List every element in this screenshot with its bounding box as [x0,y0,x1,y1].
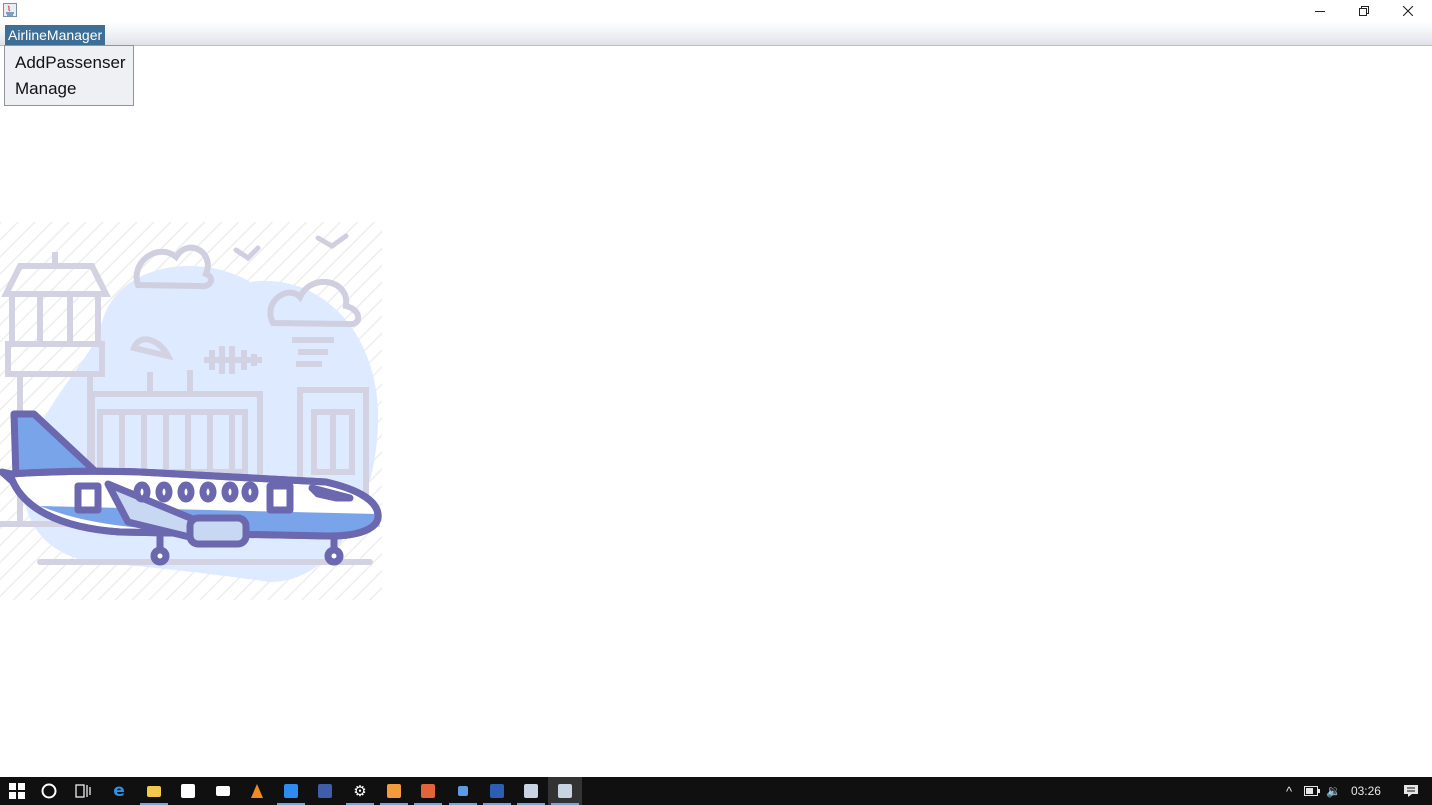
menu-bar: AirlineManager [0,22,1432,46]
system-tray: ^ 🔉 03:26 [1278,777,1419,805]
gear-icon: ⚙ [353,782,367,800]
taskbar-app-edge[interactable]: e [102,777,136,805]
close-button[interactable] [1386,0,1430,22]
menu-airline-manager[interactable]: AirlineManager [5,25,106,46]
windows-logo-icon [9,783,25,799]
cube-icon [458,786,468,796]
clock[interactable]: 03:26 [1351,784,1381,798]
mail-icon [216,786,230,796]
word-icon [490,784,504,798]
java-app-icon[interactable] [3,3,17,17]
taskbar-app-vlc[interactable] [240,777,274,805]
powerpoint-icon [421,784,435,798]
taskbar-app-file-explorer[interactable] [137,777,171,805]
taskbar: e ⚙ ^ 🔉 03:26 [0,777,1432,805]
edge-icon: e [113,781,125,801]
store-bag-icon [181,784,195,798]
vlc-cone-icon [251,784,263,798]
notification-center-icon[interactable] [1403,784,1419,798]
taskbar-app-virtualbox[interactable] [446,777,480,805]
taskbar-app-mail[interactable] [206,777,240,805]
task-view-button[interactable] [66,777,100,805]
taskbar-app-photos[interactable] [308,777,342,805]
taskbar-app-orange[interactable] [377,777,411,805]
minimize-icon [1315,11,1325,12]
taskbar-app-settings[interactable]: ⚙ [343,777,377,805]
taskbar-app-store[interactable] [171,777,205,805]
menu-item-manage[interactable]: Manage [5,77,133,103]
close-icon [1403,6,1413,16]
search-button[interactable] [32,777,66,805]
tray-chevron-icon[interactable]: ^ [1278,784,1300,799]
taskbar-app-java-1[interactable] [514,777,548,805]
java-app-icon [524,784,538,798]
minimize-button[interactable] [1298,0,1342,22]
taskbar-app-powerpoint[interactable] [411,777,445,805]
battery-icon[interactable] [1304,786,1320,796]
restore-button[interactable] [1342,0,1386,22]
title-bar [0,0,1432,22]
photo-app-icon [318,784,332,798]
airport-airplane-illustration [0,222,382,600]
restore-icon [1359,6,1369,16]
task-view-icon [75,784,91,798]
start-button[interactable] [0,777,34,805]
java-app-icon [558,784,572,798]
app-window: AirlineManager AddPassenser Manage [0,0,1432,777]
taskbar-app-java-2[interactable] [548,777,582,805]
dropdown-menu: AddPassenser Manage [4,45,134,106]
taskbar-app-blue[interactable] [274,777,308,805]
volume-icon[interactable]: 🔉 [1326,784,1341,798]
cortana-circle-icon [41,783,57,799]
taskbar-app-word[interactable] [480,777,514,805]
orange-app-icon [387,784,401,798]
menu-item-add-passenger[interactable]: AddPassenser [5,51,133,77]
folder-icon [147,785,161,797]
blue-app-icon [284,784,298,798]
